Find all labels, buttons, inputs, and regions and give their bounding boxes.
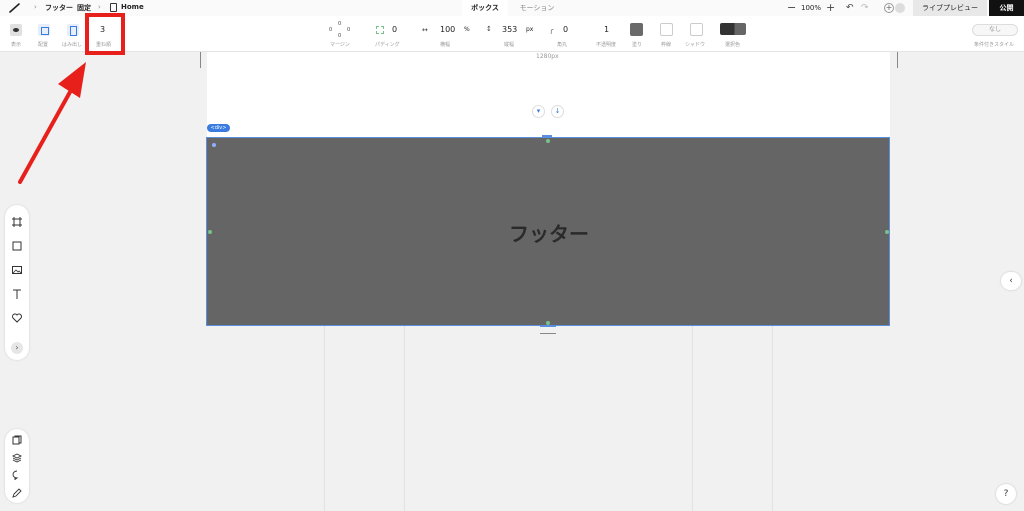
tool-palette: › — [5, 205, 29, 360]
opacity-input[interactable]: 1 — [604, 25, 609, 34]
edit-icon[interactable] — [12, 488, 22, 498]
width-label: 横幅 — [440, 42, 451, 48]
spacing-marker — [540, 325, 556, 327]
corner-handle[interactable] — [212, 143, 216, 147]
breadcrumb-separator: › — [34, 3, 37, 11]
add-user-button[interactable]: + — [884, 3, 894, 13]
insert-inside-button[interactable]: ▾ — [532, 105, 545, 118]
breadcrumb-item-fixed[interactable]: 固定 — [77, 3, 91, 13]
border-swatch[interactable] — [660, 23, 673, 36]
eye-icon[interactable] — [10, 24, 22, 36]
opacity-label: 不透明度 — [596, 42, 617, 48]
canvas-width-label: 1280px — [536, 53, 559, 60]
redo-icon[interactable]: ↷ — [861, 3, 869, 13]
width-icon: ↔ — [422, 26, 428, 34]
breadcrumb-item-home[interactable]: Home — [121, 3, 144, 11]
breadcrumb-separator: › — [98, 3, 101, 11]
padding-icon — [376, 26, 384, 34]
layers-icon[interactable] — [12, 453, 22, 463]
margin-right-input[interactable]: 0 — [347, 27, 350, 33]
top-bar: › フッター 固定 › Home ボックス モーション − 100% + ↶ ↷… — [0, 0, 1024, 16]
height-label: 縦幅 — [504, 42, 515, 48]
height-input[interactable]: 353 — [502, 25, 517, 34]
conditional-style-select[interactable]: なし — [972, 24, 1018, 36]
shadow-label: シャドウ — [685, 42, 706, 48]
selection-color-label: 選択色 — [725, 42, 741, 48]
page-canvas[interactable] — [207, 52, 890, 138]
radius-input[interactable]: 0 — [563, 25, 568, 34]
zoom-level[interactable]: 100% — [801, 4, 821, 12]
padding-label: パディング — [375, 42, 400, 48]
ruler-mark — [897, 52, 898, 68]
selection-color-swatch[interactable] — [720, 23, 746, 35]
highlight-box — [85, 13, 125, 55]
image-icon[interactable] — [12, 265, 22, 275]
zoom-out-button[interactable]: − — [787, 2, 796, 13]
element-type-badge: <div> — [207, 124, 230, 132]
spacing-marker — [542, 135, 552, 137]
comment-icon[interactable] — [12, 470, 22, 480]
radius-label: 角丸 — [557, 42, 568, 48]
spacing-marker — [540, 333, 556, 334]
resize-handle-top[interactable] — [546, 139, 550, 143]
frame-icon[interactable] — [12, 217, 22, 227]
footer-text[interactable]: フッター — [207, 218, 891, 247]
margin-top-input[interactable]: 0 — [338, 21, 341, 27]
insert-below-button[interactable]: ↓ — [551, 105, 564, 118]
margin-label: マージン — [330, 42, 350, 48]
layout-label: 配置 — [38, 42, 49, 48]
pen-icon[interactable] — [9, 3, 21, 13]
chevron-right-icon[interactable]: › — [11, 342, 23, 354]
tab-motion[interactable]: モーション — [508, 0, 566, 16]
square-icon[interactable] — [12, 241, 22, 251]
width-input[interactable]: 100 — [440, 25, 455, 34]
undo-icon[interactable]: ↶ — [846, 3, 854, 13]
resize-handle-right[interactable] — [885, 230, 889, 234]
height-icon: ↕ — [486, 25, 492, 33]
layout-icon[interactable] — [38, 24, 50, 36]
secondary-palette — [5, 429, 29, 503]
padding-input[interactable]: 0 — [392, 25, 397, 34]
property-toolbar: 表示 配置 はみ出し 3 重ね順 0 0 0 0 マージン 0 パディング ↔ … — [0, 16, 1024, 52]
height-unit[interactable]: px — [526, 26, 533, 33]
fill-swatch[interactable] — [630, 23, 643, 36]
border-label: 枠線 — [661, 42, 672, 48]
right-panel-toggle[interactable]: ‹ — [1001, 272, 1021, 290]
breadcrumb-item-footer[interactable]: フッター — [45, 3, 73, 13]
tab-box[interactable]: ボックス — [462, 0, 508, 16]
zoom-in-button[interactable]: + — [826, 2, 835, 13]
publish-button[interactable]: 公開 — [989, 0, 1024, 16]
margin-bottom-input[interactable]: 0 — [338, 33, 341, 39]
footer-section[interactable]: フッター — [206, 137, 890, 326]
conditional-style-label: 条件付きスタイル — [974, 42, 1015, 48]
resize-handle-left[interactable] — [208, 230, 212, 234]
width-unit[interactable]: % — [464, 26, 470, 33]
overflow-label: はみ出し — [62, 42, 83, 48]
overflow-icon[interactable] — [67, 24, 79, 36]
display-label: 表示 — [11, 42, 22, 48]
text-icon[interactable] — [12, 289, 22, 299]
avatar[interactable] — [895, 3, 905, 13]
heart-icon[interactable] — [12, 313, 22, 323]
pages-icon[interactable] — [12, 435, 22, 445]
page-icon — [110, 3, 117, 12]
ruler-mark — [200, 52, 201, 68]
radius-icon: ╭ — [549, 26, 554, 34]
margin-left-input[interactable]: 0 — [329, 27, 332, 33]
live-preview-button[interactable]: ライブプレビュー — [913, 0, 987, 16]
fill-label: 塗り — [632, 42, 643, 48]
shadow-swatch[interactable] — [690, 23, 703, 36]
help-icon[interactable]: ? — [996, 484, 1016, 504]
